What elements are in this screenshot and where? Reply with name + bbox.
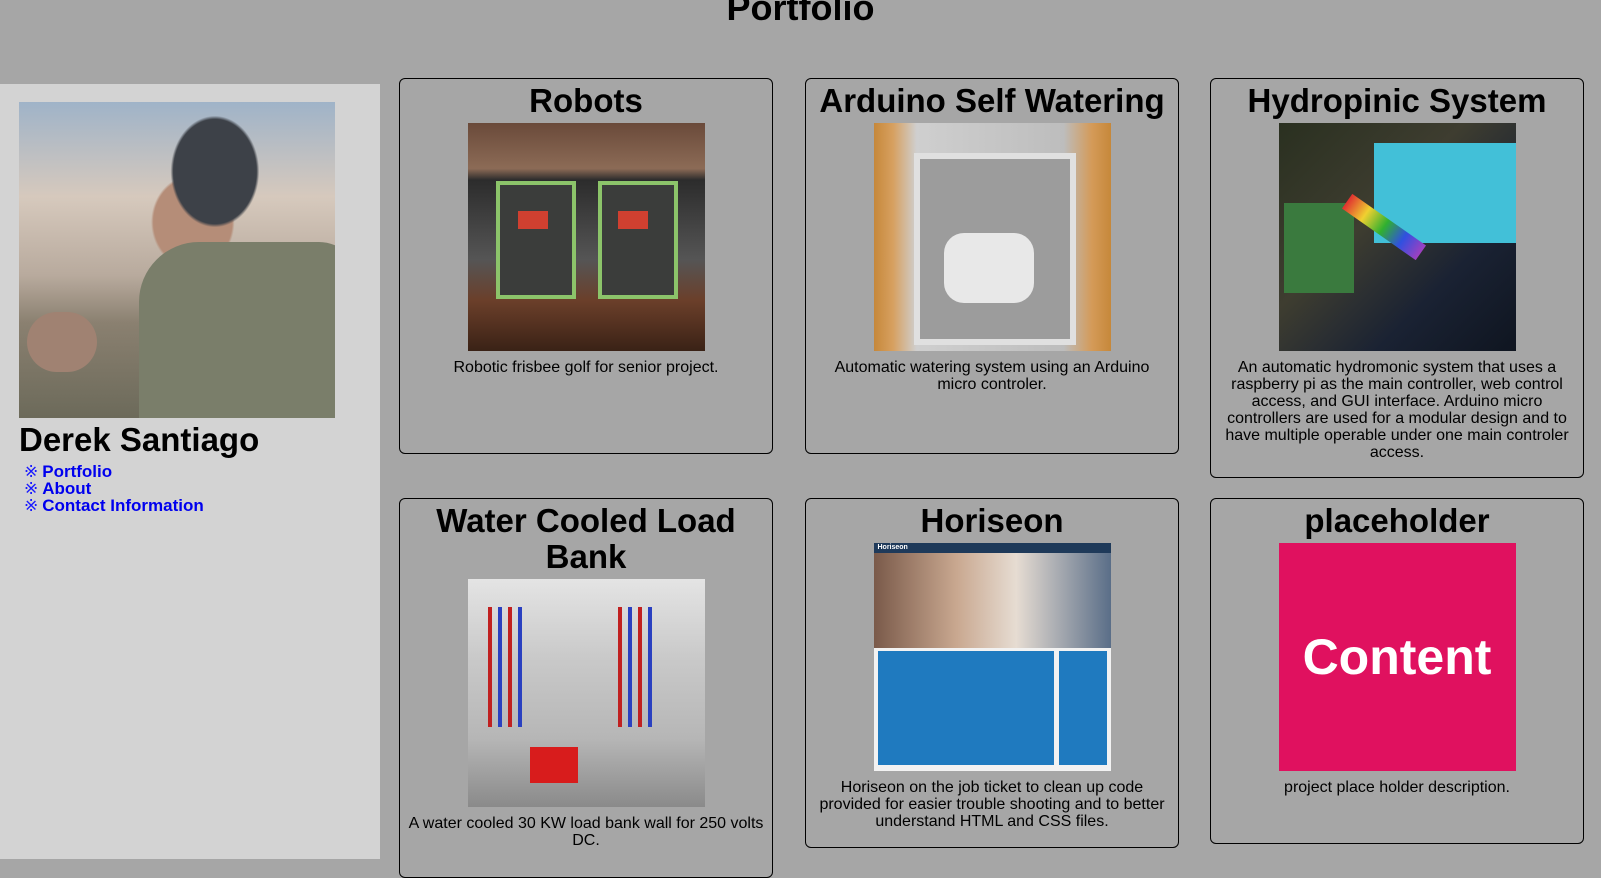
- profile-name: Derek Santiago: [19, 421, 260, 458]
- project-image[interactable]: [873, 123, 1111, 351]
- project-card-arduino-self-watering[interactable]: Arduino Self Watering Automatic watering…: [805, 78, 1179, 454]
- project-description: Automatic watering system using an Ardui…: [834, 359, 1150, 393]
- profile-photo: [19, 102, 335, 418]
- project-title: Water Cooled Load Bank: [436, 502, 736, 575]
- nav-bullet: ※: [24, 496, 39, 515]
- project-image[interactable]: Horiseon: [873, 543, 1111, 771]
- project-description: Horiseon on the job ticket to clean up c…: [819, 779, 1165, 830]
- nav-link-contact-information[interactable]: Contact Information: [42, 496, 204, 515]
- project-card-horiseon[interactable]: Horiseon Horiseon Horiseon on the job ti…: [805, 498, 1179, 848]
- project-card-hydropinic-system[interactable]: Hydropinic System An automatic hydromoni…: [1210, 78, 1584, 478]
- project-description: A water cooled 30 KW load bank wall for …: [408, 815, 764, 849]
- project-description: project place holder description.: [1284, 779, 1510, 796]
- project-title: Robots: [529, 82, 643, 119]
- image-brand-text: Horiseon: [877, 544, 908, 551]
- nav-item-portfolio: ※ Portfolio: [24, 463, 204, 480]
- sidebar-nav: ※ Portfolio ※ About ※ Contact Information: [24, 463, 204, 514]
- project-description: An automatic hydromonic system that uses…: [1225, 359, 1569, 461]
- project-image[interactable]: [1278, 123, 1516, 351]
- project-title: Arduino Self Watering: [819, 82, 1165, 119]
- page-title: Portfolio: [726, 0, 875, 28]
- placeholder-image-text: Content: [1302, 629, 1492, 685]
- project-image[interactable]: [467, 123, 705, 351]
- project-card-water-cooled-load-bank[interactable]: Water Cooled Load Bank A water cooled 30…: [399, 498, 773, 878]
- project-title: placeholder: [1304, 502, 1490, 539]
- project-card-placeholder[interactable]: placeholder Content project place holder…: [1210, 498, 1584, 844]
- project-title: Horiseon: [920, 502, 1064, 539]
- nav-item-about: ※ About: [24, 480, 204, 497]
- sidebar: Derek Santiago ※ Portfolio ※ About ※ Contac…: [0, 84, 380, 859]
- project-title: Hydropinic System: [1247, 82, 1547, 119]
- nav-item-contact: ※ Contact Information: [24, 497, 204, 514]
- project-card-robots[interactable]: Robots Robotic frisbee golf for senior p…: [399, 78, 773, 454]
- project-image[interactable]: [467, 579, 705, 807]
- project-description: Robotic frisbee golf for senior project.: [453, 359, 719, 376]
- project-image[interactable]: Content: [1278, 543, 1516, 771]
